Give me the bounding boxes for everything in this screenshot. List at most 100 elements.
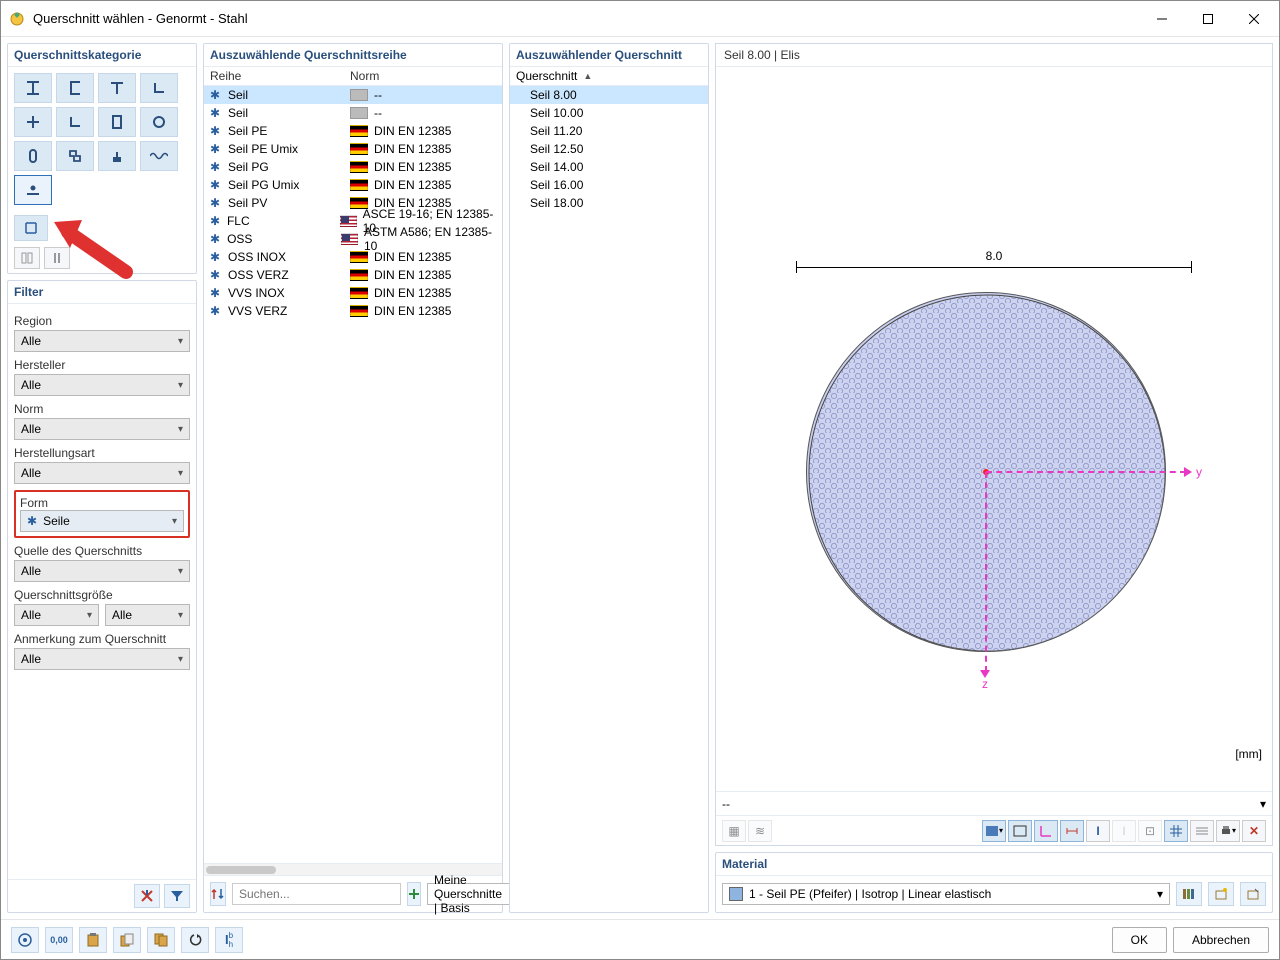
cat-t[interactable] <box>98 73 136 103</box>
tb-view-outline[interactable] <box>1008 820 1032 842</box>
series-row[interactable]: ✱Seil-- <box>204 86 502 104</box>
cat-user-defined[interactable] <box>14 215 48 241</box>
tb-stress-1[interactable]: ▦ <box>722 820 746 842</box>
cat-i[interactable] <box>14 73 52 103</box>
quelle-label: Quelle des Querschnitts <box>14 544 190 558</box>
bb-duplicate[interactable] <box>147 927 175 953</box>
cat-solid[interactable] <box>98 141 136 171</box>
hersteller-select[interactable]: Alle▾ <box>14 374 190 396</box>
tb-grid[interactable] <box>1164 820 1188 842</box>
tb-values[interactable] <box>1190 820 1214 842</box>
cat-inv-t[interactable] <box>14 107 52 137</box>
series-search-input[interactable] <box>232 883 401 905</box>
cat-corrugated[interactable] <box>140 141 178 171</box>
tb-dims[interactable] <box>1060 820 1084 842</box>
series-row[interactable]: ✱OSS VERZDIN EN 12385 <box>204 266 502 284</box>
series-hscroll[interactable] <box>204 863 502 875</box>
region-select[interactable]: Alle▾ <box>14 330 190 352</box>
preview-status-combo[interactable]: --▾ <box>716 793 1272 815</box>
material-library-button[interactable] <box>1176 882 1202 906</box>
material-combo[interactable]: 1 - Seil PE (Pfeifer) | Isotrop | Linear… <box>722 883 1170 905</box>
cat-rect-hollow[interactable] <box>98 107 136 137</box>
filter-toggle-button[interactable] <box>164 884 190 908</box>
bb-reset[interactable] <box>181 927 209 953</box>
series-columns[interactable]: Reihe Norm <box>204 67 502 86</box>
series-list[interactable]: ✱Seil--✱Seil--✱Seil PEDIN EN 12385✱Seil … <box>204 86 502 863</box>
tb-principal-i[interactable]: I <box>1086 820 1110 842</box>
section-row[interactable]: Seil 18.00 <box>510 194 708 212</box>
material-edit-button[interactable] <box>1240 882 1266 906</box>
close-button[interactable] <box>1231 3 1277 35</box>
form-select[interactable]: ✱Seile ▾ <box>20 510 184 532</box>
cat-channel[interactable] <box>56 73 94 103</box>
bb-copy[interactable] <box>113 927 141 953</box>
herstellung-label: Herstellungsart <box>14 446 190 460</box>
section-row[interactable]: Seil 16.00 <box>510 176 708 194</box>
maximize-button[interactable] <box>1185 3 1231 35</box>
series-row[interactable]: ✱Seil-- <box>204 104 502 122</box>
titlebar: Querschnitt wählen - Genormt - Stahl <box>1 1 1279 37</box>
groesse-b-select[interactable]: Alle▾ <box>105 604 190 626</box>
section-list[interactable]: Seil 8.00Seil 10.00Seil 11.20Seil 12.50S… <box>510 86 708 912</box>
quelle-select[interactable]: Alle▾ <box>14 560 190 582</box>
preview-canvas[interactable]: 8.0 <box>716 67 1272 791</box>
section-row[interactable]: Seil 8.00 <box>510 86 708 104</box>
cable-icon: ✱ <box>210 142 224 156</box>
material-swatch-icon <box>729 887 743 901</box>
series-row[interactable]: ✱Seil PG UmixDIN EN 12385 <box>204 176 502 194</box>
series-panel: Auszuwählende Querschnittsreihe Reihe No… <box>203 43 503 913</box>
tb-center[interactable]: ⊡ <box>1138 820 1162 842</box>
flag-icon <box>350 251 368 263</box>
section-row[interactable]: Seil 10.00 <box>510 104 708 122</box>
anmerkung-select[interactable]: Alle▾ <box>14 648 190 670</box>
bb-units[interactable]: 0,00 <box>45 927 73 953</box>
minimize-button[interactable] <box>1139 3 1185 35</box>
cat-oval[interactable] <box>14 141 52 171</box>
ok-button[interactable]: OK <box>1112 927 1167 953</box>
tb-stress-2[interactable]: ≋ <box>748 820 772 842</box>
tb-principal-i2[interactable]: I <box>1112 820 1136 842</box>
groesse-a-select[interactable]: Alle▾ <box>14 604 99 626</box>
tb-axes[interactable] <box>1034 820 1058 842</box>
series-row[interactable]: ✱VVS VERZDIN EN 12385 <box>204 302 502 320</box>
bb-dimensions[interactable]: Ibh <box>215 927 243 953</box>
flag-icon <box>350 125 368 137</box>
material-header: Material <box>716 853 1272 876</box>
cancel-button[interactable]: Abbrechen <box>1173 927 1269 953</box>
section-row[interactable]: Seil 11.20 <box>510 122 708 140</box>
cat-circ-hollow[interactable] <box>140 107 178 137</box>
series-row[interactable]: ✱OSSASTM A586; EN 12385-10 <box>204 230 502 248</box>
cat-angle[interactable] <box>140 73 178 103</box>
tb-view-solid[interactable]: ▾ <box>982 820 1006 842</box>
bb-paste[interactable] <box>79 927 107 953</box>
series-row[interactable]: ✱VVS INOXDIN EN 12385 <box>204 284 502 302</box>
bb-info[interactable] <box>11 927 39 953</box>
cat-angle2[interactable] <box>56 107 94 137</box>
norm-label: Norm <box>14 402 190 416</box>
cable-icon: ✱ <box>210 124 224 138</box>
cat-group-toggle-2[interactable] <box>44 247 70 269</box>
chevron-down-icon: ▾ <box>178 380 183 391</box>
section-row[interactable]: Seil 12.50 <box>510 140 708 158</box>
window-title: Querschnitt wählen - Genormt - Stahl <box>33 11 1139 26</box>
section-column-header[interactable]: Querschnitt▲ <box>510 67 708 86</box>
material-new-button[interactable] <box>1208 882 1234 906</box>
dimension-label: 8.0 <box>986 249 1003 263</box>
flag-icon <box>350 179 368 191</box>
section-row[interactable]: Seil 14.00 <box>510 158 708 176</box>
norm-select[interactable]: Alle▾ <box>14 418 190 440</box>
tb-print[interactable]: ▾ <box>1216 820 1240 842</box>
section-header: Auszuwählender Querschnitt <box>510 44 708 67</box>
filter-reset-button[interactable] <box>134 884 160 908</box>
series-row[interactable]: ✱Seil PEDIN EN 12385 <box>204 122 502 140</box>
axis-y-label: y <box>1196 465 1202 479</box>
tb-reset[interactable]: ✕ <box>1242 820 1266 842</box>
herstellung-select[interactable]: Alle▾ <box>14 462 190 484</box>
cat-group-toggle-1[interactable] <box>14 247 40 269</box>
cat-cable[interactable] <box>14 175 52 205</box>
cat-z[interactable] <box>56 141 94 171</box>
series-row[interactable]: ✱Seil PE UmixDIN EN 12385 <box>204 140 502 158</box>
series-row[interactable]: ✱Seil PGDIN EN 12385 <box>204 158 502 176</box>
series-sort-button[interactable] <box>210 882 226 906</box>
series-add-button[interactable] <box>407 882 421 906</box>
